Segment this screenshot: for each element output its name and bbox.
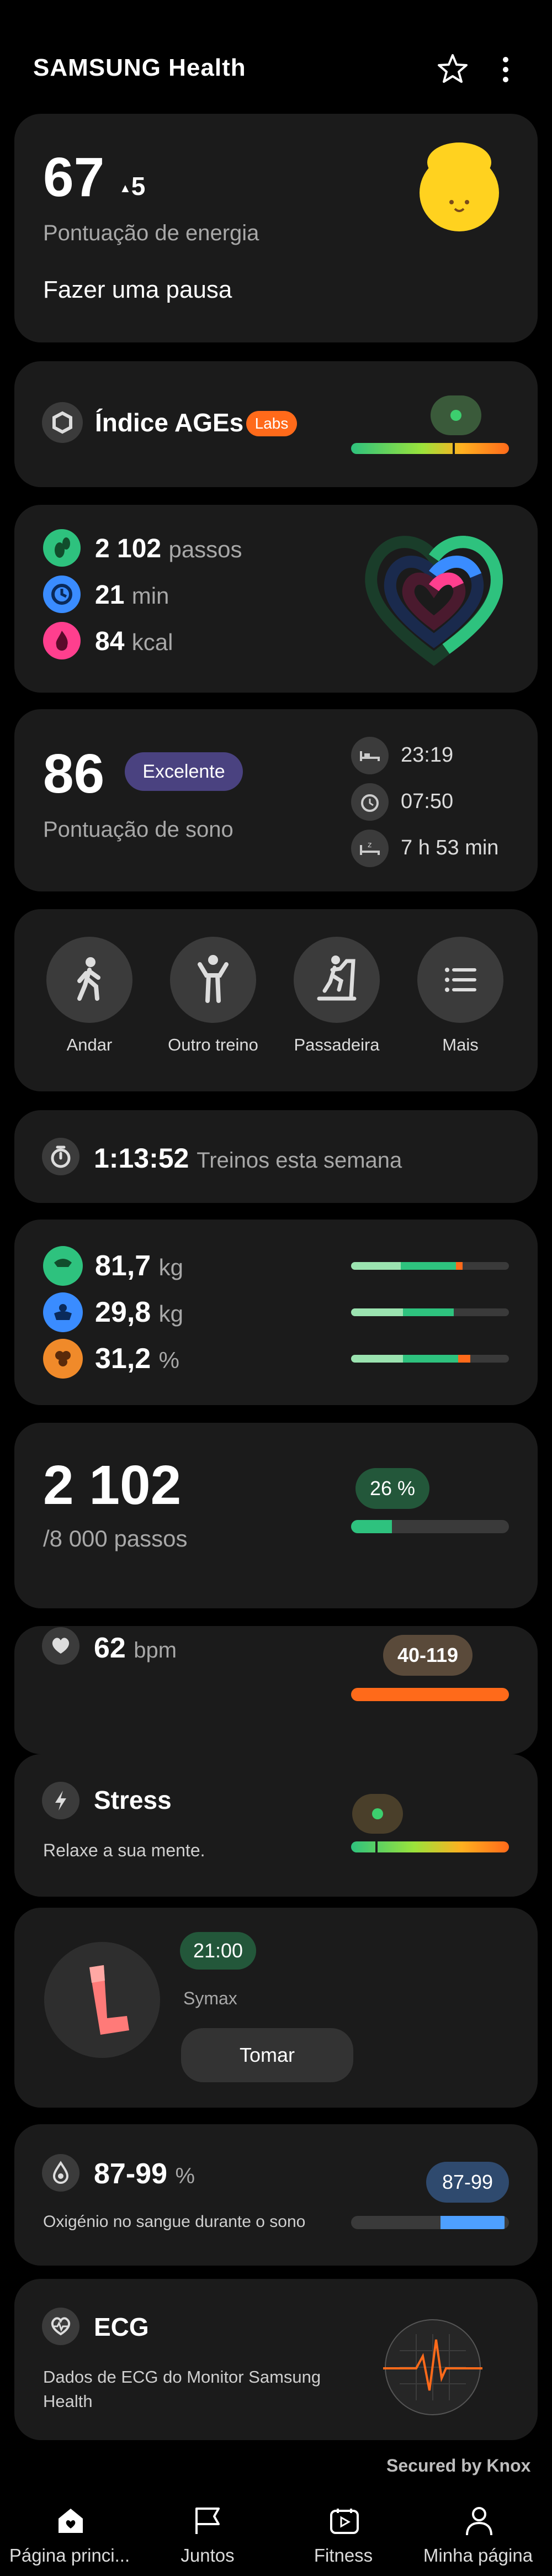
- nav-home[interactable]: Página princi...: [9, 2496, 130, 2566]
- weight-icon: [43, 1246, 83, 1286]
- weekly-workout-row: 1:13:52 Treinos esta semana: [94, 1143, 402, 1174]
- energy-delta: ▲5: [119, 172, 146, 200]
- secured-by-knox: Secured by Knox: [386, 2456, 531, 2475]
- energy-advice: Fazer uma pausa: [43, 276, 232, 303]
- ecg-icon: [42, 2308, 79, 2345]
- flag-icon: [192, 2505, 223, 2536]
- steps-percent-badge: 26 %: [355, 1468, 429, 1509]
- labs-badge: Labs: [246, 411, 297, 436]
- nav-my-page[interactable]: Minha página: [417, 2496, 539, 2566]
- ages-scale-bar: [351, 443, 509, 454]
- steps-icon: [43, 529, 81, 567]
- heart-icon: [42, 1627, 79, 1665]
- inhaler-icon: [44, 1942, 160, 2058]
- body-fat-icon: [43, 1339, 83, 1379]
- body-fat-bar: [351, 1355, 509, 1363]
- take-medication-button[interactable]: Tomar: [181, 2028, 353, 2082]
- up-arrow-icon: ▲: [119, 181, 131, 195]
- energy-score: 67: [43, 146, 105, 208]
- energy-mascot-icon: [415, 140, 503, 234]
- stress-marker: [375, 1835, 378, 1859]
- svg-text:z: z: [368, 841, 371, 849]
- muscle-row: 29,8 kg: [95, 1296, 184, 1328]
- stress-indicator: [352, 1794, 403, 1834]
- body-fat-row: 31,2 %: [95, 1343, 180, 1375]
- heart-range-bar: [351, 1688, 509, 1701]
- oxygen-range-badge: 87-99: [426, 2162, 509, 2203]
- walk-button[interactable]: [46, 937, 132, 1023]
- treadmill-button[interactable]: [294, 937, 380, 1023]
- heart-rate-row: 62 bpm: [94, 1632, 177, 1664]
- heart-range-badge: 40-119: [383, 1635, 473, 1676]
- flame-icon: [43, 622, 81, 659]
- muscle-icon: [43, 1292, 83, 1332]
- steps-progress-bar: [351, 1520, 509, 1533]
- more-options-icon[interactable]: [495, 53, 517, 86]
- calories-row: 84 kcal: [95, 627, 173, 656]
- other-workout-button[interactable]: [170, 937, 256, 1023]
- oxygen-row: 87-99 %: [94, 2158, 195, 2190]
- medication-name: Symax: [183, 1988, 237, 2008]
- more-workouts-button[interactable]: [417, 937, 503, 1023]
- steps-count: 2 102: [43, 1454, 182, 1516]
- ecg-title: ECG: [94, 2313, 149, 2341]
- nav-together-label: Juntos: [181, 2545, 235, 2566]
- wake-time: 07:50: [401, 790, 454, 813]
- ages-indicator: [431, 395, 481, 435]
- favorites-star-icon[interactable]: [435, 51, 470, 86]
- sleep-score: 86: [43, 743, 105, 805]
- stopwatch-icon: [42, 1138, 79, 1175]
- ecg-subtitle: Dados de ECG do Monitor Samsung Health: [43, 2367, 321, 2411]
- drop-icon: [42, 2154, 79, 2192]
- weight-bar: [351, 1262, 509, 1270]
- more-workouts-label: Mais: [442, 1035, 479, 1054]
- sleep-duration: 7 h 53 min: [401, 836, 499, 859]
- stress-scale-bar: [351, 1841, 509, 1852]
- oxygen-range-bar: [351, 2216, 509, 2229]
- other-workout-label: Outro treino: [168, 1035, 258, 1054]
- walk-label: Andar: [66, 1035, 113, 1054]
- stress-title: Stress: [94, 1786, 172, 1814]
- nav-fitness-label: Fitness: [314, 2545, 373, 2566]
- steps-row: 2 102 passos: [95, 534, 242, 563]
- bed-icon: [351, 737, 389, 774]
- alarm-icon: [351, 783, 389, 821]
- steps-goal: /8 000 passos: [43, 1525, 188, 1551]
- energy-label: Pontuação de energia: [43, 221, 259, 245]
- nav-fitness[interactable]: Fitness: [283, 2496, 404, 2566]
- clock-icon: [43, 576, 81, 613]
- activity-rings-icon: [358, 530, 510, 668]
- time-row: 21 min: [95, 580, 169, 610]
- ecg-waveform-icon: [383, 2318, 482, 2417]
- weight-row: 81,7 kg: [95, 1250, 184, 1282]
- stress-subtitle: Relaxe a sua mente.: [43, 1840, 205, 1860]
- app-title: SAMSUNG Health: [33, 54, 246, 81]
- muscle-bar: [351, 1308, 509, 1316]
- sleep-quality-badge: Excelente: [125, 752, 243, 791]
- oxygen-label: Oxigénio no sangue durante o sono: [43, 2213, 306, 2231]
- bedtime: 23:19: [401, 743, 454, 767]
- fitness-play-icon: [329, 2505, 360, 2536]
- sleep-label: Pontuação de sono: [43, 817, 233, 842]
- nav-together[interactable]: Juntos: [147, 2496, 268, 2566]
- stress-card[interactable]: [14, 1754, 538, 1897]
- person-icon: [464, 2505, 495, 2536]
- sleep-duration-icon: z: [351, 830, 389, 867]
- medication-time-badge: 21:00: [180, 1932, 256, 1970]
- home-icon: [55, 2505, 86, 2536]
- steps-progress-fill: [351, 1520, 392, 1533]
- treadmill-label: Passadeira: [294, 1035, 380, 1054]
- nav-my-page-label: Minha página: [423, 2545, 533, 2566]
- nav-home-label: Página princi...: [9, 2545, 130, 2566]
- lightning-icon: [42, 1782, 79, 1819]
- ages-icon: [42, 402, 83, 443]
- ages-title: Índice AGEs: [95, 408, 244, 437]
- ages-marker: [453, 436, 455, 461]
